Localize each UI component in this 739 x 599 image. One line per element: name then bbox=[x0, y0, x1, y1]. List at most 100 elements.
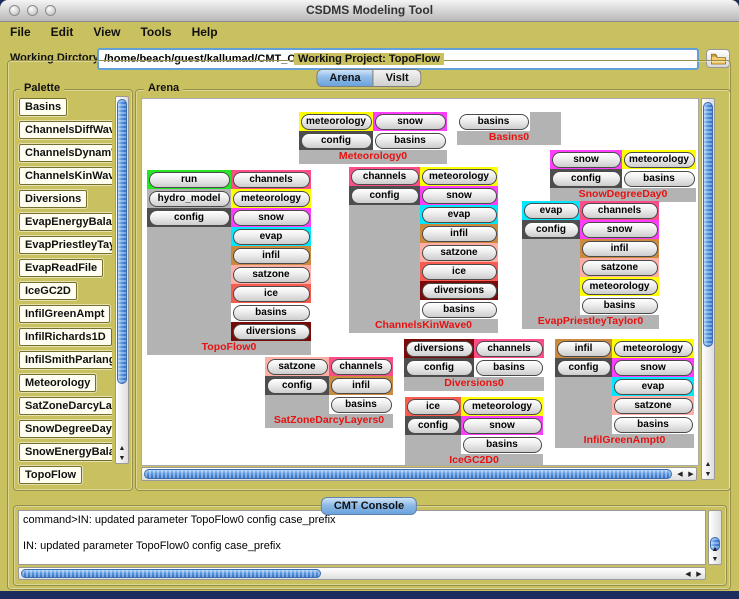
palette-item-meteorology[interactable]: Meteorology bbox=[19, 374, 96, 392]
console-tab[interactable]: CMT Console bbox=[321, 497, 417, 515]
tab-visit[interactable]: VisIt bbox=[374, 69, 422, 87]
component-group-satzonedarcylayers0[interactable]: satzoneconfigchannelsinfilbasinsSatZoneD… bbox=[265, 357, 393, 428]
port-button-meteorology[interactable]: meteorology bbox=[422, 169, 497, 185]
component-group-channelskinwave0[interactable]: channelsconfigmeteorologysnowevapinfilsa… bbox=[349, 167, 498, 333]
port-button-diversions[interactable]: diversions bbox=[406, 341, 473, 357]
console-vertical-scrollbar[interactable]: ▲ ▼ bbox=[708, 510, 722, 565]
port-button-config[interactable]: config bbox=[149, 210, 230, 226]
arena-horizontal-scrollbar[interactable]: ◀ ▶ bbox=[141, 467, 697, 481]
palette-item-channelsdynamwave[interactable]: ChannelsDynamWave bbox=[19, 144, 112, 162]
port-button-basins[interactable]: basins bbox=[331, 397, 392, 413]
port-button-meteorology[interactable]: meteorology bbox=[614, 341, 693, 357]
port-button-meteorology[interactable]: meteorology bbox=[301, 114, 372, 130]
palette-item-basins[interactable]: Basins bbox=[19, 98, 67, 116]
port-button-basins[interactable]: basins bbox=[476, 360, 543, 376]
port-button-channels[interactable]: channels bbox=[233, 172, 310, 188]
port-button-channels[interactable]: channels bbox=[582, 203, 658, 219]
palette-item-topoflow[interactable]: TopoFlow bbox=[19, 466, 82, 484]
port-button-basins[interactable]: basins bbox=[463, 437, 542, 453]
palette-vertical-scrollbar[interactable]: ▲ ▼ bbox=[115, 96, 129, 464]
menu-view[interactable]: View bbox=[83, 22, 130, 39]
menu-file[interactable]: File bbox=[0, 22, 41, 39]
palette-item-infilsmithparlange[interactable]: InfilSmithParlange bbox=[19, 351, 112, 369]
port-button-infil[interactable]: infil bbox=[233, 248, 310, 264]
palette-item-evapreadfile[interactable]: EvapReadFile bbox=[19, 259, 103, 277]
port-button-ice[interactable]: ice bbox=[407, 399, 460, 415]
palette-item-evapenergybalance[interactable]: EvapEnergyBalance bbox=[19, 213, 112, 231]
port-button-diversions[interactable]: diversions bbox=[422, 283, 497, 299]
port-button-channels[interactable]: channels bbox=[331, 359, 392, 375]
port-button-basins[interactable]: basins bbox=[233, 305, 310, 321]
palette-item-diversions[interactable]: Diversions bbox=[19, 190, 87, 208]
console-horizontal-scrollbar[interactable]: ◀ ▶ bbox=[18, 567, 706, 580]
palette-item-snowenergybalance[interactable]: SnowEnergyBalance bbox=[19, 443, 112, 461]
palette-item-infilrichards1d[interactable]: InfilRichards1D bbox=[19, 328, 112, 346]
scroll-down-icon[interactable]: ▼ bbox=[116, 454, 128, 463]
port-button-satzone[interactable]: satzone bbox=[614, 398, 693, 414]
component-group-topoflow0[interactable]: runhydro_modelconfigchannelsmeteorologys… bbox=[147, 170, 311, 355]
port-button-basins[interactable]: basins bbox=[624, 171, 695, 187]
port-button-config[interactable]: config bbox=[557, 360, 611, 376]
component-group-infilgreenampt0[interactable]: infilconfigmeteorologysnowevapsatzonebas… bbox=[555, 339, 694, 448]
arena-vertical-scrollbar[interactable]: ▲ ▼ bbox=[701, 98, 715, 480]
port-button-satzone[interactable]: satzone bbox=[582, 260, 658, 276]
tab-arena[interactable]: Arena bbox=[316, 69, 373, 87]
port-button-snow[interactable]: snow bbox=[422, 188, 497, 204]
port-button-basins[interactable]: basins bbox=[459, 114, 529, 130]
arena-hscroll-thumb[interactable] bbox=[144, 469, 672, 479]
port-button-meteorology[interactable]: meteorology bbox=[624, 152, 695, 168]
palette-item-channelsdiffwave[interactable]: ChannelsDiffWave bbox=[19, 121, 112, 139]
palette-item-icegc2d[interactable]: IceGC2D bbox=[19, 282, 77, 300]
port-button-config[interactable]: config bbox=[407, 418, 460, 434]
port-button-ice[interactable]: ice bbox=[422, 264, 497, 280]
port-button-snow[interactable]: snow bbox=[552, 152, 621, 168]
port-button-snow[interactable]: snow bbox=[233, 210, 310, 226]
palette-item-infilgreenampt[interactable]: InfilGreenAmpt bbox=[19, 305, 110, 323]
port-button-hydro_model[interactable]: hydro_model bbox=[149, 191, 230, 207]
palette-item-satzonedarcylayers[interactable]: SatZoneDarcyLayers bbox=[19, 397, 112, 415]
menu-tools[interactable]: Tools bbox=[130, 22, 181, 39]
arena-canvas[interactable]: meteorologyconfigsnowbasinsMeteorology0b… bbox=[141, 98, 699, 466]
port-button-satzone[interactable]: satzone bbox=[233, 267, 310, 283]
port-button-snow[interactable]: snow bbox=[614, 360, 693, 376]
port-button-diversions[interactable]: diversions bbox=[233, 324, 310, 340]
port-button-channels[interactable]: channels bbox=[476, 341, 543, 357]
port-button-config[interactable]: config bbox=[406, 360, 473, 376]
palette-item-evappriestleytaylor[interactable]: EvapPriestleyTaylor bbox=[19, 236, 112, 254]
port-button-basins[interactable]: basins bbox=[375, 133, 446, 149]
port-button-evap[interactable]: evap bbox=[614, 379, 693, 395]
port-button-basins[interactable]: basins bbox=[582, 298, 658, 314]
port-button-run[interactable]: run bbox=[149, 172, 230, 188]
scroll-up-icon[interactable]: ▲ bbox=[702, 460, 714, 469]
scroll-down-icon[interactable]: ▼ bbox=[702, 470, 714, 479]
title-bar[interactable]: CSDMS Modeling Tool bbox=[0, 0, 739, 22]
port-button-basins[interactable]: basins bbox=[422, 302, 497, 318]
port-button-evap[interactable]: evap bbox=[422, 207, 497, 223]
scroll-right-icon[interactable]: ▶ bbox=[693, 570, 705, 579]
scroll-up-icon[interactable]: ▲ bbox=[116, 444, 128, 453]
port-button-evap[interactable]: evap bbox=[524, 203, 579, 219]
component-group-snowdegreeday0[interactable]: snowconfigmeteorologybasinsSnowDegreeDay… bbox=[550, 150, 696, 202]
component-group-basins0[interactable]: basinsBasins0 bbox=[457, 112, 561, 145]
port-button-infil[interactable]: infil bbox=[582, 241, 658, 257]
port-button-config[interactable]: config bbox=[552, 171, 621, 187]
component-group-meteorology0[interactable]: meteorologyconfigsnowbasinsMeteorology0 bbox=[299, 112, 447, 164]
port-button-meteorology[interactable]: meteorology bbox=[582, 279, 658, 295]
port-button-snow[interactable]: snow bbox=[375, 114, 446, 130]
port-button-snow[interactable]: snow bbox=[463, 418, 542, 434]
component-group-icegc2d0[interactable]: iceconfigmeteorologysnowbasinsIceGC2D0 bbox=[405, 397, 543, 466]
port-button-config[interactable]: config bbox=[301, 133, 372, 149]
scroll-right-icon[interactable]: ▶ bbox=[685, 470, 697, 479]
scroll-down-icon[interactable]: ▼ bbox=[709, 555, 721, 564]
menu-edit[interactable]: Edit bbox=[41, 22, 84, 39]
port-button-infil[interactable]: infil bbox=[422, 226, 497, 242]
port-button-ice[interactable]: ice bbox=[233, 286, 310, 302]
palette-item-channelskinwave[interactable]: ChannelsKinWave bbox=[19, 167, 112, 185]
port-button-meteorology[interactable]: meteorology bbox=[463, 399, 542, 415]
port-button-evap[interactable]: evap bbox=[233, 229, 310, 245]
port-button-infil[interactable]: infil bbox=[557, 341, 611, 357]
port-button-config[interactable]: config bbox=[524, 222, 579, 238]
port-button-config[interactable]: config bbox=[351, 188, 419, 204]
port-button-satzone[interactable]: satzone bbox=[267, 359, 328, 375]
palette-vscroll-thumb[interactable] bbox=[117, 99, 127, 384]
